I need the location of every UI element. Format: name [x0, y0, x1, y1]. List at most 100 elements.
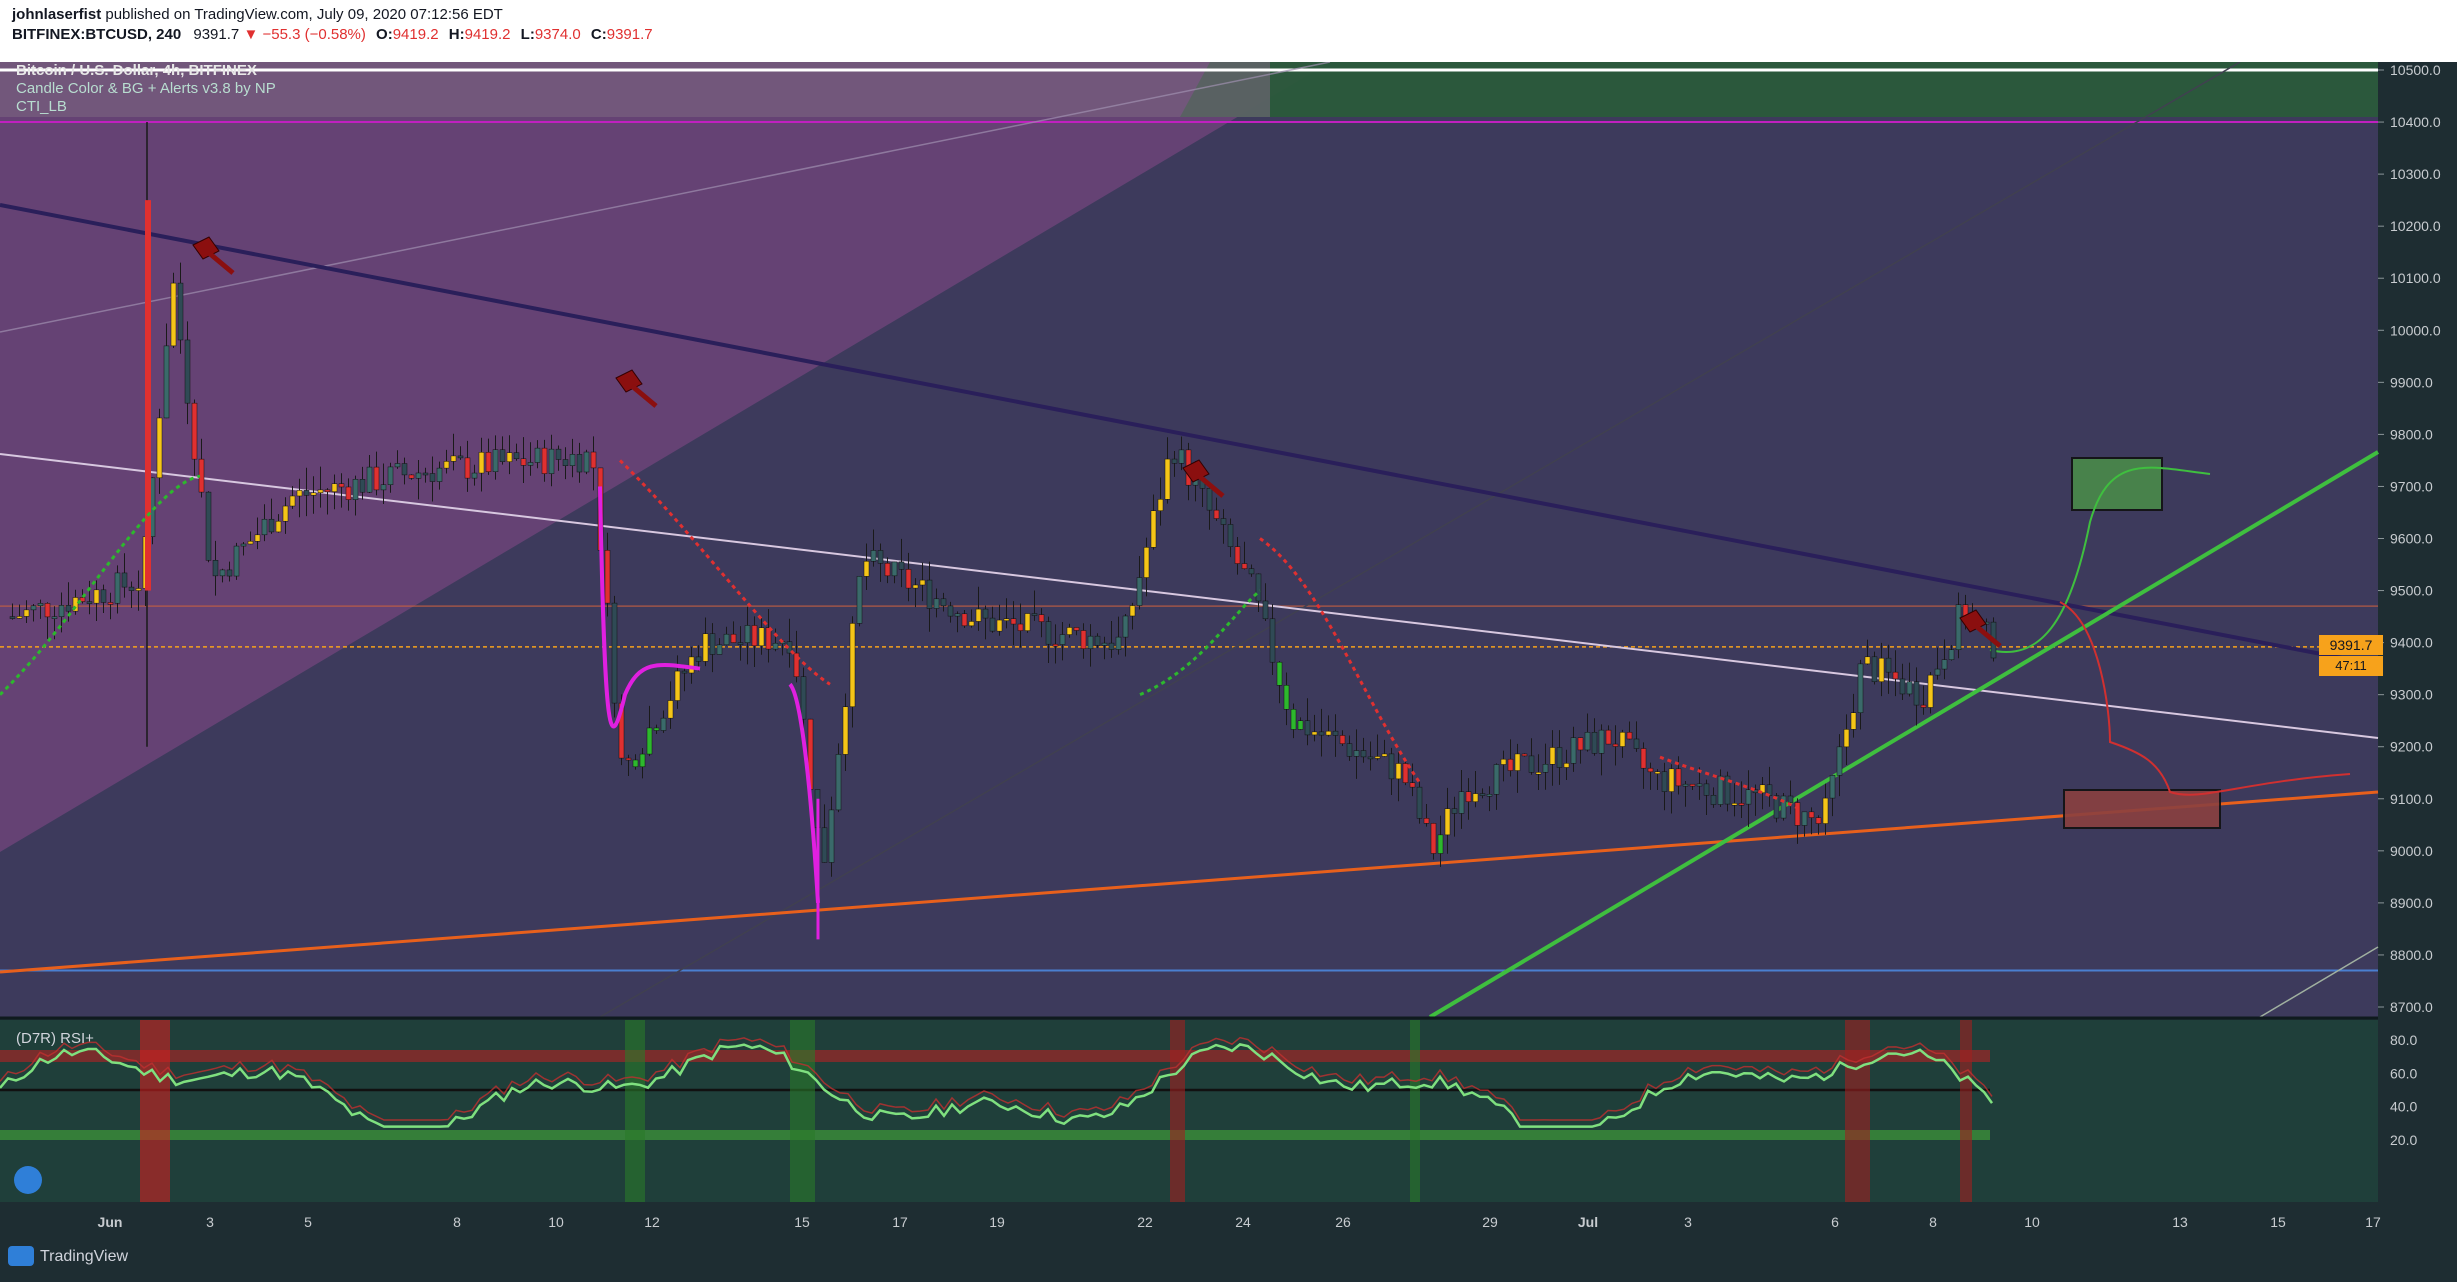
chart-area[interactable]: 10500.0 10400.0 10300.0 10200.0 10100.0 10000…	[0, 62, 2457, 1234]
candle-body	[1843, 729, 1850, 748]
candle-body	[9, 616, 16, 619]
candle-body	[387, 466, 394, 485]
candle-body	[1045, 621, 1052, 645]
candle-body	[772, 642, 779, 650]
rsi-legend[interactable]: (D7R) RSI+	[16, 1030, 94, 1047]
indicator-legend-1[interactable]: Candle Color & BG + Alerts v3.8 by NP	[16, 80, 276, 97]
candle-body	[1731, 803, 1738, 806]
candle-body	[1332, 730, 1339, 736]
candle-body	[975, 608, 982, 622]
candle-body	[751, 625, 758, 647]
price-tick-label: 10200.0	[2390, 218, 2441, 234]
candle-body	[1115, 636, 1122, 650]
candle-body	[548, 448, 555, 474]
candle-body	[1955, 604, 1962, 650]
candle-body	[1570, 737, 1577, 764]
candle-body	[1640, 748, 1647, 769]
candle-body	[1395, 763, 1402, 780]
candle-body	[1304, 720, 1311, 736]
candle-body	[1416, 786, 1423, 819]
candle-body	[1381, 753, 1388, 757]
candle-body	[541, 447, 548, 474]
hide-panel-icon[interactable]	[14, 1166, 42, 1194]
price-tick-label: 9100.0	[2390, 791, 2433, 807]
price-tick-label: 10400.0	[2390, 114, 2441, 130]
candle-body	[1612, 743, 1619, 747]
price-tick-label: 8800.0	[2390, 947, 2433, 963]
tradingview-brand[interactable]: TradingView	[40, 1248, 128, 1266]
candle-body	[1360, 750, 1367, 758]
candle-body	[1605, 729, 1612, 745]
candle-body	[758, 627, 765, 647]
price-tick-label: 9400.0	[2390, 635, 2433, 651]
candle-body	[1129, 605, 1136, 617]
candle-body	[1906, 681, 1913, 695]
candle-body	[184, 339, 191, 404]
candle-body	[1374, 756, 1381, 759]
candle-body	[646, 727, 653, 755]
candle-body	[1500, 758, 1507, 765]
candle-body	[1325, 730, 1332, 736]
publish-line: johnlaserfist published on TradingView.c…	[12, 6, 503, 23]
time-tick-label: 19	[989, 1214, 1005, 1230]
series-title[interactable]: Bitcoin / U.S. Dollar, 4h, BITFINEX	[16, 62, 257, 79]
candle-body	[1892, 671, 1899, 680]
candle-body	[674, 670, 681, 701]
candle-body	[660, 717, 667, 731]
candle-body	[933, 598, 940, 609]
candle-body	[1689, 783, 1696, 787]
rsi-signal-column	[1845, 1020, 1870, 1202]
candle-body	[1038, 614, 1045, 622]
current-price-tag: 9391.7	[2319, 635, 2383, 655]
candle-body	[394, 463, 401, 468]
candle-body	[576, 454, 583, 473]
candle-body	[1556, 747, 1563, 768]
price-tick-label: 9300.0	[2390, 687, 2433, 703]
candle-body	[1871, 656, 1878, 682]
price-tick-label: 9600.0	[2390, 531, 2433, 547]
candle-body	[828, 809, 835, 863]
time-tick-label: 26	[1335, 1214, 1351, 1230]
candle-body	[821, 827, 828, 863]
candle-body	[1808, 811, 1815, 818]
indicator-legend-2[interactable]: CTI_LB	[16, 98, 67, 115]
candle-body	[58, 605, 65, 617]
candle-body	[513, 452, 520, 460]
candle-body	[1080, 630, 1087, 649]
candle-body	[156, 417, 163, 479]
price-tick-label: 8700.0	[2390, 999, 2433, 1015]
candle-body	[989, 617, 996, 632]
candle-body	[1339, 735, 1346, 744]
candle-body	[1717, 775, 1724, 805]
candle-body	[681, 670, 688, 674]
publisher-name[interactable]: johnlaserfist	[12, 6, 101, 23]
candle-body	[205, 491, 212, 561]
symbol-label[interactable]: BITFINEX:BTCUSD, 240	[12, 26, 181, 43]
candle-body	[1850, 712, 1857, 730]
candle-body	[527, 462, 534, 466]
candle-body	[1122, 615, 1129, 638]
time-tick-label: 29	[1482, 1214, 1498, 1230]
time-tick-label: 17	[892, 1214, 908, 1230]
candle-body	[1444, 808, 1451, 836]
open-value: 9419.2	[392, 26, 439, 43]
candle-body	[408, 474, 415, 479]
published-text: published on TradingView.com, July 09, 2…	[105, 6, 503, 23]
candle-body	[639, 753, 646, 768]
high-label: H:	[448, 26, 465, 43]
target-box-up	[2071, 457, 2163, 511]
candle-body	[800, 676, 807, 720]
candle-body	[415, 472, 422, 479]
candle-body	[1178, 449, 1185, 464]
candle-body	[1353, 750, 1360, 757]
candle-body	[1031, 613, 1038, 616]
time-tick-label: 3	[206, 1214, 214, 1230]
chart-canvas[interactable]: 10500.0 10400.0 10300.0 10200.0 10100.0 10000…	[0, 62, 2457, 1234]
candle-body	[877, 550, 884, 564]
candle-body	[1227, 524, 1234, 547]
candle-body	[219, 569, 226, 577]
candle-body	[1661, 771, 1668, 792]
candle-body	[1318, 731, 1325, 736]
candle-body	[1472, 793, 1479, 802]
candle-body	[919, 579, 926, 586]
